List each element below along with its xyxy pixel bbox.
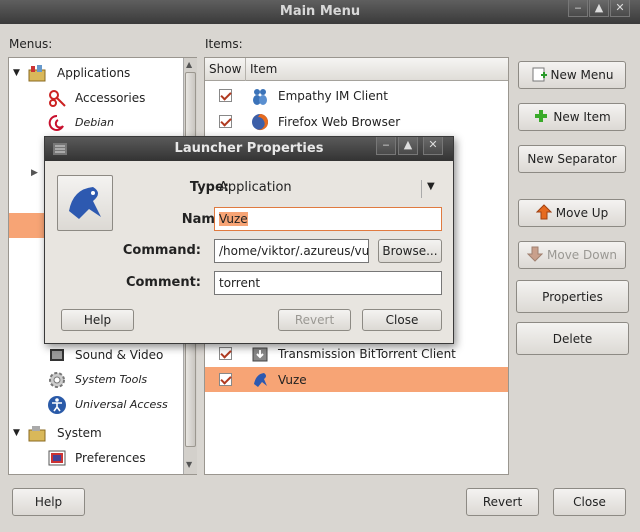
name-label: Name: (181, 212, 229, 227)
applications-icon (27, 63, 49, 83)
item-row[interactable]: Transmission BitTorrent Client (219, 341, 456, 366)
window-titlebar: Main Menu ‒ ▲ ✕ (0, 0, 640, 24)
menu-item-label: Universal Access (75, 398, 168, 411)
new-menu-icon (531, 66, 547, 85)
arrow-down-icon (526, 246, 544, 265)
menu-item-system-tools[interactable]: System Tools (47, 367, 147, 392)
menu-item-label: System Tools (75, 373, 148, 386)
menu-item-label: Debian (75, 116, 114, 129)
new-menu-button[interactable]: New Menu (518, 61, 626, 89)
browse-button[interactable]: Browse... (378, 239, 442, 263)
move-down-button[interactable]: Move Down (518, 241, 626, 269)
show-checkbox[interactable] (219, 347, 232, 360)
name-value: Vuze (219, 212, 248, 226)
menu-item-universal-access[interactable]: Universal Access (47, 392, 168, 417)
move-up-button[interactable]: Move Up (518, 199, 626, 227)
maximize-button[interactable]: ▲ (589, 0, 609, 17)
vuze-icon (69, 187, 101, 219)
item-label: Transmission BitTorrent Client (278, 346, 456, 361)
menu-item-label: Accessories (75, 90, 146, 105)
type-value: Application (219, 180, 292, 195)
close-button[interactable]: Close (553, 488, 626, 516)
launcher-properties-dialog: Launcher Properties ‒ ▲ ✕ Type: Applicat… (44, 136, 454, 344)
sound-video-icon (47, 345, 67, 365)
menu-item-label: System (57, 425, 102, 440)
new-separator-button[interactable]: New Separator (518, 145, 626, 173)
menu-item-sound-video[interactable]: Sound & Video (47, 342, 163, 367)
help-button[interactable]: Help (12, 488, 85, 516)
type-select[interactable]: Application ▼ (219, 180, 447, 200)
firefox-icon (250, 112, 270, 132)
properties-button[interactable]: Properties (516, 280, 629, 313)
show-checkbox[interactable] (219, 89, 232, 102)
new-menu-label: New Menu (550, 68, 614, 82)
command-field[interactable]: /home/viktor/.azureus/vu (214, 239, 369, 263)
select-divider (421, 180, 422, 198)
item-label: Vuze (278, 372, 307, 387)
empathy-icon (250, 86, 270, 106)
system-icon (27, 423, 49, 443)
vuze-icon (250, 370, 270, 390)
header-divider (245, 58, 246, 81)
add-icon (533, 108, 549, 127)
dialog-minimize-button[interactable]: ‒ (376, 137, 396, 155)
show-checkbox[interactable] (219, 115, 232, 128)
item-row[interactable]: Empathy IM Client (219, 83, 388, 108)
column-header-item[interactable]: Item (250, 62, 277, 76)
dialog-menu-icon[interactable] (53, 143, 67, 158)
revert-button[interactable]: Revert (466, 488, 539, 516)
item-row[interactable]: Firefox Web Browser (219, 109, 400, 134)
window-title: Main Menu (279, 4, 361, 19)
name-field[interactable]: Vuze (214, 207, 442, 231)
comment-label: Comment: (125, 275, 201, 290)
item-label: Firefox Web Browser (278, 114, 401, 129)
accessories-icon (47, 88, 67, 108)
transmission-icon (250, 344, 270, 364)
move-up-label: Move Up (555, 206, 609, 220)
scroll-down-icon[interactable]: ▼ (186, 460, 192, 469)
items-label: Items: (205, 37, 243, 51)
arrow-up-icon (535, 203, 553, 223)
menus-label: Menus: (9, 37, 53, 51)
dialog-maximize-button[interactable]: ▲ (398, 137, 418, 155)
new-item-label: New Item (553, 110, 611, 124)
dialog-close-button[interactable]: ✕ (423, 137, 443, 155)
item-row-selected[interactable]: Vuze (205, 367, 508, 392)
menu-item-debian[interactable]: Debian (47, 110, 114, 135)
scroll-up-icon[interactable]: ▲ (186, 60, 192, 69)
menu-item-accessories[interactable]: Accessories (47, 85, 145, 110)
system-tools-icon (47, 370, 67, 390)
menu-item-label: Sound & Video (75, 347, 164, 362)
show-checkbox[interactable] (219, 373, 232, 386)
item-label: Empathy IM Client (278, 88, 388, 103)
dialog-close-action-button[interactable]: Close (362, 309, 442, 331)
menu-item-preferences[interactable]: Preferences (47, 445, 146, 470)
move-down-label: Move Down (547, 248, 617, 262)
dialog-revert-button[interactable]: Revert (278, 309, 351, 331)
menu-item-label: Preferences (75, 450, 146, 465)
collapsed-expander-icon[interactable]: ▶ (31, 168, 38, 178)
column-header-show[interactable]: Show (209, 62, 241, 76)
menu-item-system[interactable]: ▼ System (13, 420, 102, 445)
preferences-icon (47, 448, 67, 468)
type-label: Type: (189, 180, 229, 195)
dialog-help-button[interactable]: Help (61, 309, 134, 331)
expander-icon[interactable]: ▼ (13, 428, 27, 438)
menu-item-label: Applications (57, 65, 131, 80)
minimize-button[interactable]: ‒ (568, 0, 588, 17)
items-header: Show Item (205, 58, 508, 81)
debian-icon (47, 113, 67, 133)
new-item-button[interactable]: New Item (518, 103, 626, 131)
menu-item-applications[interactable]: ▼ Applications (13, 60, 130, 85)
chevron-down-icon: ▼ (427, 181, 435, 192)
command-label: Command: (122, 243, 201, 258)
universal-access-icon (47, 395, 67, 415)
comment-field[interactable]: torrent (214, 271, 442, 295)
delete-button[interactable]: Delete (516, 322, 629, 355)
close-window-button[interactable]: ✕ (610, 0, 630, 17)
expander-icon[interactable]: ▼ (13, 68, 27, 78)
